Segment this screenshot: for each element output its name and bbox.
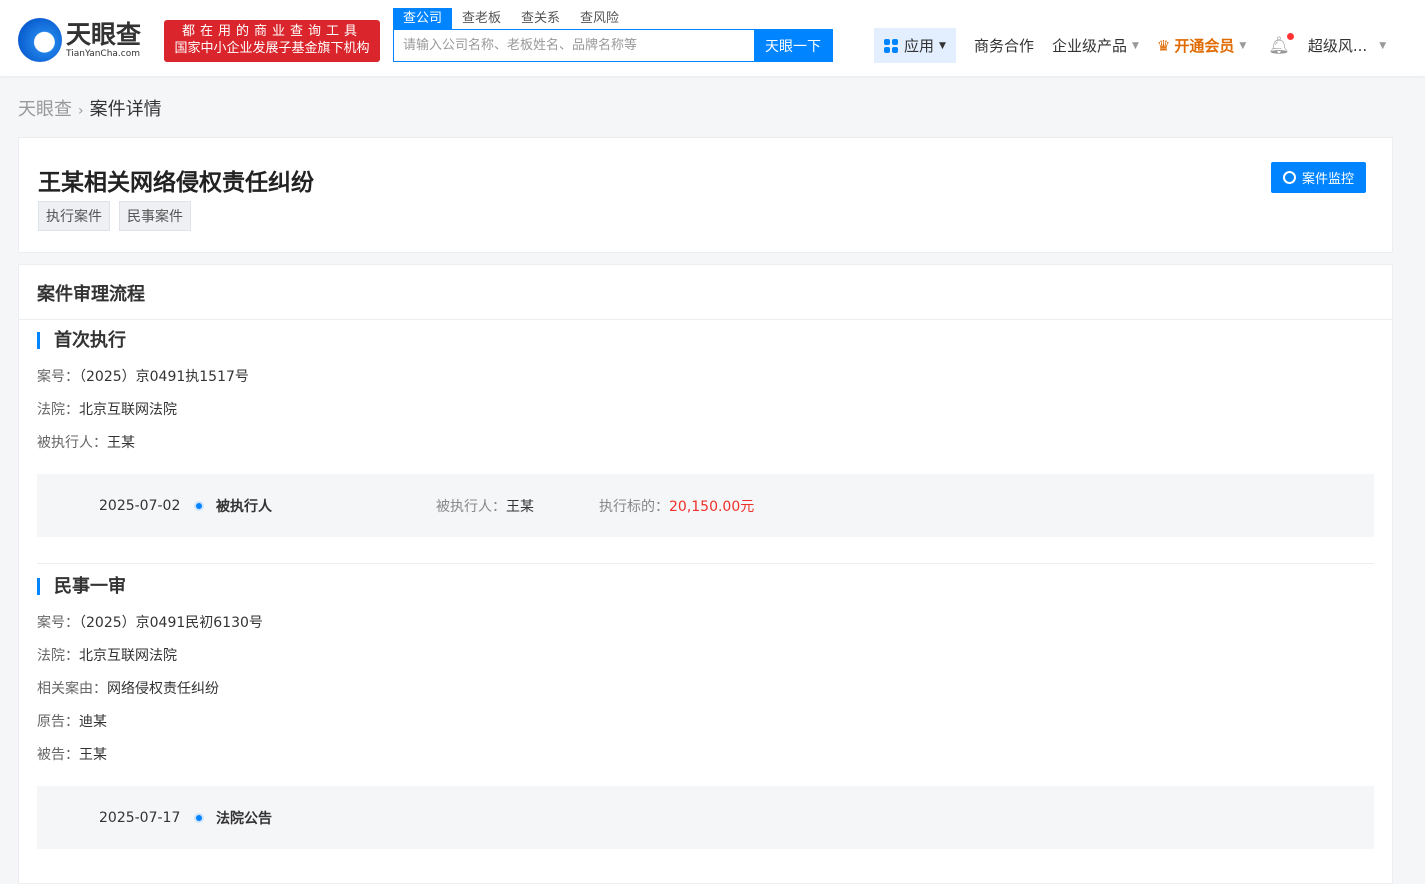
process-section: 民事一审 案号：（2025）京0491民初6130号 法院：北京互联网法院 相关… [19,574,1392,849]
event-value: 王某 [506,498,534,515]
divider [37,563,1374,564]
event-label: 被执行人： [436,498,506,515]
field-row: 法院：北京互联网法院 [37,640,1392,673]
caret-down-icon: ▼ [939,40,946,51]
top-nav: 应用 ▼ 商务合作 企业级产品 ▼ ♛ 开通会员 ▼ 🔔︎ 超级风... ▼ [874,28,1386,63]
caret-down-icon: ▼ [1131,40,1139,51]
caret-down-icon: ▼ [1379,40,1387,51]
search-tab-company[interactable]: 查公司 [393,8,453,29]
case-process-card: 案件审理流程 首次执行 案号：（2025）京0491执1517号 法院：北京互联… [18,264,1393,884]
breadcrumb-home[interactable]: 天眼查 [18,99,72,120]
apps-grid-icon [884,38,898,53]
event-type: 被执行人 [216,498,272,515]
field-label: 相关案由： [37,681,107,697]
field-row: 案号：（2025）京0491民初6130号 [37,607,1392,640]
case-monitor-button[interactable]: 案件监控 [1270,162,1366,193]
slogan-banner: 都在用的商业查询工具 国家中小企业发展子基金旗下机构 [164,20,380,62]
field-value: （2025）京0491民初6130号 [79,615,263,631]
search-area: 查公司 查老板 查关系 查风险 天眼一下 [393,8,833,62]
slogan-line-2: 国家中小企业发展子基金旗下机构 [174,41,370,56]
location-pin-icon [1282,171,1296,184]
search-tab-risk[interactable]: 查风险 [570,8,629,29]
field-row: 案号：（2025）京0491执1517号 [37,361,1392,394]
breadcrumb-current: 案件详情 [89,99,162,120]
timeline-dot-icon [196,502,202,509]
section-title: 民事一审 [37,578,1392,596]
case-tag: 民事案件 [119,201,191,231]
case-tag: 执行案件 [38,201,110,231]
top-header: 天眼查 TianYanCha.com 都在用的商业查询工具 国家中小企业发展子基… [0,0,1425,76]
field-label: 原告： [37,714,79,730]
field-label: 案号： [37,369,79,385]
field-label: 被执行人： [37,435,107,451]
field-row: 被执行人：王某 [37,427,1392,460]
field-row: 原告：迪某 [37,706,1392,739]
field-label: 法院： [37,648,79,664]
event-date: 2025-07-17 [99,809,181,826]
logo[interactable]: 天眼查 TianYanCha.com [18,18,141,62]
search-tab-boss[interactable]: 查老板 [452,8,511,29]
apps-menu[interactable]: 应用 ▼ [874,28,956,63]
nav-user[interactable]: 超级风... ▼ [1308,35,1386,56]
caret-down-icon: ▼ [1239,40,1247,51]
process-section: 首次执行 案号：（2025）京0491执1517号 法院：北京互联网法院 被执行… [19,320,1392,564]
field-row: 被告：王某 [37,739,1392,772]
section-title: 首次执行 [37,332,1392,350]
event-date: 2025-07-02 [99,497,181,514]
user-name: 超级风... [1307,37,1368,55]
timeline-event: 2025-07-02 被执行人 被执行人：王某 执行标的：20,150.00元 [37,474,1374,537]
bell-icon[interactable]: 🔔︎ [1268,32,1294,56]
enterprise-label: 企业级产品 [1051,37,1127,55]
field-value: 北京互联网法院 [79,648,177,664]
event-label: 执行标的： [599,498,669,515]
monitor-label: 案件监控 [1301,172,1354,187]
field-value: （2025）京0491执1517号 [79,369,249,385]
section-heading: 案件审理流程 [19,265,1392,320]
field-value: 王某 [79,747,107,763]
logo-domain: TianYanCha.com [66,49,141,59]
nav-vip[interactable]: ♛ 开通会员 ▼ [1157,35,1246,56]
field-label: 被告： [37,747,79,763]
field-value: 网络侵权责任纠纷 [107,681,219,697]
chevron-right-icon: › [78,103,84,119]
slogan-line-1: 都在用的商业查询工具 [181,24,362,39]
notification-dot [1286,32,1294,40]
search-input[interactable] [394,30,754,61]
case-header-card: 王某相关网络侵权责任纠纷 执行案件 民事案件 案件监控 [18,137,1393,253]
field-value: 迪某 [79,714,107,730]
event-type: 法院公告 [216,810,272,827]
logo-text: 天眼查 [66,20,142,49]
field-label: 案号： [37,615,79,631]
page-title: 王某相关网络侵权责任纠纷 [38,170,314,196]
apps-label: 应用 [904,37,935,55]
timeline-dot-icon [196,814,202,821]
breadcrumb: 天眼查 › 案件详情 [18,95,162,121]
field-label: 法院： [37,402,79,418]
field-value: 北京互联网法院 [79,402,177,418]
search-button[interactable]: 天眼一下 [754,30,832,61]
search-tab-relation[interactable]: 查关系 [511,8,570,29]
field-row: 相关案由：网络侵权责任纠纷 [37,673,1392,706]
logo-eye-icon [18,18,62,62]
field-value: 王某 [107,435,135,451]
crown-icon: ♛ [1156,36,1171,55]
execution-amount: 20,150.00元 [669,498,755,515]
nav-business[interactable]: 商务合作 [974,35,1034,56]
timeline-event: 2025-07-17 法院公告 [37,786,1374,849]
vip-label: 开通会员 [1174,37,1235,55]
nav-enterprise[interactable]: 企业级产品 ▼ [1052,35,1139,56]
field-row: 法院：北京互联网法院 [37,394,1392,427]
